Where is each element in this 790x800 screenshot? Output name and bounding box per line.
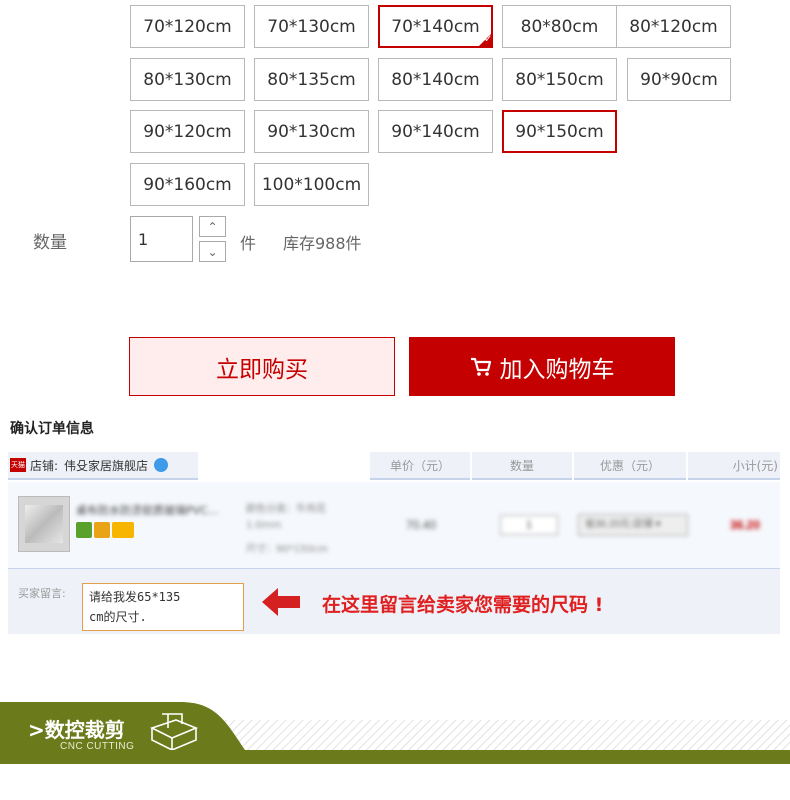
size-option[interactable]: 70*130cm [254,5,369,48]
cnc-machine-icon [149,713,199,750]
col-quantity: 数量 [472,452,572,480]
banner-title: >数控裁剪 [28,718,125,742]
item-title[interactable]: 桌布防水防烫软质玻璃PVC... [76,502,218,518]
size-option[interactable]: 80*150cm [502,58,617,101]
confirm-order-title: 确认订单信息 [10,421,94,437]
cnc-cutting-banner: >数控裁剪 CNC CUTTING [0,700,790,770]
buy-now-button[interactable]: 立即购买 [129,337,395,396]
quantity-decrease-button[interactable]: ⌄ [199,241,226,262]
quantity-unit: 件 [240,234,257,253]
size-option[interactable]: 80*130cm [130,58,245,101]
banner-subtitle: CNC CUTTING [60,741,135,752]
size-option-hovered[interactable]: 90*150cm [502,110,617,153]
item-unit-price: 70.40 [406,518,437,532]
size-option[interactable]: 80*135cm [254,58,369,101]
quantity-label: 数量 [33,233,67,253]
message-hint: 在这里留言给卖家您需要的尺码 ! [322,594,604,616]
service-badges [76,522,134,538]
buyer-message-label: 买家留言: [18,587,66,600]
size-option[interactable]: 90*120cm [130,110,245,153]
tmall-badge: 天猫 [10,458,26,472]
size-option-selected[interactable]: 70*140cm [378,5,493,48]
size-option[interactable]: 90*160cm [130,163,245,206]
size-option[interactable]: 80*120cm [616,5,731,48]
size-option[interactable]: 80*80cm [502,5,617,48]
size-option[interactable]: 90*90cm [627,58,731,101]
card-payment-icon [112,522,134,538]
size-option[interactable]: 80*140cm [378,58,493,101]
chevron-down-icon: ⌄ [207,244,218,259]
col-unit-price: 单价（元） [370,452,470,480]
quantity-input[interactable] [130,216,193,262]
store-label: 店铺: [30,458,59,473]
item-prop-thickness: 1.0mm [246,520,282,531]
store-info: 天猫 店铺: 伟殳家居旗舰店 [8,452,198,480]
quantity-increase-button[interactable]: ⌃ [199,216,226,237]
item-prop-color: 颜色分类：牛肉花 [246,504,326,515]
col-subtotal: 小计(元) [688,452,780,480]
size-option-label: 70*140cm [391,16,480,37]
item-prop-size: 尺寸：90*150cm [246,544,329,555]
guarantee-icon [94,522,110,538]
item-subtotal: 36.20 [730,518,761,532]
size-option[interactable]: 90*130cm [254,110,369,153]
store-name[interactable]: 伟殳家居旗舰店 [64,457,148,474]
size-option[interactable]: 90*140cm [378,110,493,153]
size-option[interactable]: 100*100cm [254,163,369,206]
add-to-cart-button[interactable]: 加入购物车 [409,337,675,396]
chevron-up-icon: ⌃ [207,219,218,234]
stock-count: 库存988件 [283,234,362,253]
seven-day-return-icon [76,522,92,538]
order-header: 天猫 店铺: 伟殳家居旗舰店 单价（元） 数量 优惠（元） 小计(元) [8,452,780,480]
buy-now-label: 立即购买 [216,356,308,383]
col-discount: 优惠（元） [574,452,686,480]
buyer-message-input[interactable] [82,583,244,631]
checkmark-icon [477,32,493,48]
item-thumbnail[interactable] [18,496,70,552]
left-arrow-icon [262,588,300,616]
header-spacer [198,452,370,480]
discount-select[interactable]: 省36.20元:店铺 ▾ [578,514,688,536]
order-item-row: 桌布防水防烫软质玻璃PVC... 颜色分类：牛肉花 1.0mm 尺寸：90*15… [8,482,780,568]
item-quantity[interactable]: 1 [500,515,558,535]
wangwang-chat-icon[interactable] [154,458,169,472]
cart-icon [470,357,491,376]
add-to-cart-label: 加入购物车 [499,356,615,383]
size-option[interactable]: 70*120cm [130,5,245,48]
